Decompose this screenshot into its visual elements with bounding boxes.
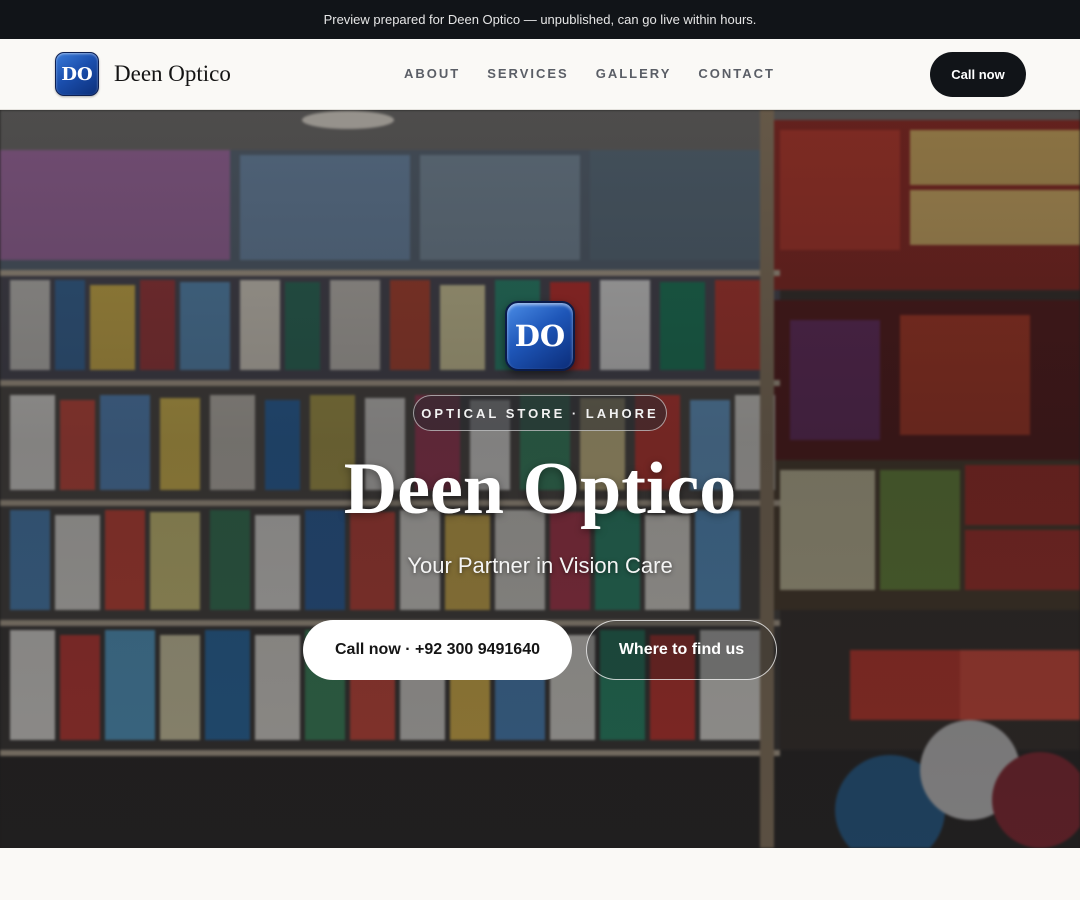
brand[interactable]: DO Deen Optico <box>55 52 231 96</box>
call-now-button[interactable]: Call now · +92 300 9491640 <box>303 620 572 680</box>
preview-banner: Preview prepared for Deen Optico — unpub… <box>0 0 1080 39</box>
header-call-button[interactable]: Call now <box>930 52 1026 97</box>
hero-logo-initials: DO <box>514 319 566 353</box>
below-hero-section <box>0 848 1080 900</box>
hero-subtitle: Your Partner in Vision Care <box>407 553 673 578</box>
hero-section: DO OPTICAL STORE · LAHORE Deen Optico Yo… <box>0 110 1080 848</box>
preview-banner-text: Preview prepared for Deen Optico — unpub… <box>323 12 757 27</box>
nav-services[interactable]: SERVICES <box>487 66 569 81</box>
hero-tagline: OPTICAL STORE · LAHORE <box>413 395 667 431</box>
logo-initials: DO <box>61 63 93 85</box>
hero-title: Deen Optico <box>343 448 737 530</box>
where-to-find-us-button[interactable]: Where to find us <box>586 620 777 680</box>
hero-logo-badge: DO <box>505 301 575 371</box>
hero-content: DO OPTICAL STORE · LAHORE Deen Optico Yo… <box>0 110 1080 848</box>
nav-contact[interactable]: CONTACT <box>698 66 775 81</box>
brand-name: Deen Optico <box>114 61 231 86</box>
site-header: DO Deen Optico ABOUT SERVICES GALLERY CO… <box>0 39 1080 110</box>
nav-about[interactable]: ABOUT <box>404 66 460 81</box>
nav-gallery[interactable]: GALLERY <box>596 66 672 81</box>
main-nav: ABOUT SERVICES GALLERY CONTACT <box>404 66 775 81</box>
logo-badge: DO <box>55 52 99 96</box>
